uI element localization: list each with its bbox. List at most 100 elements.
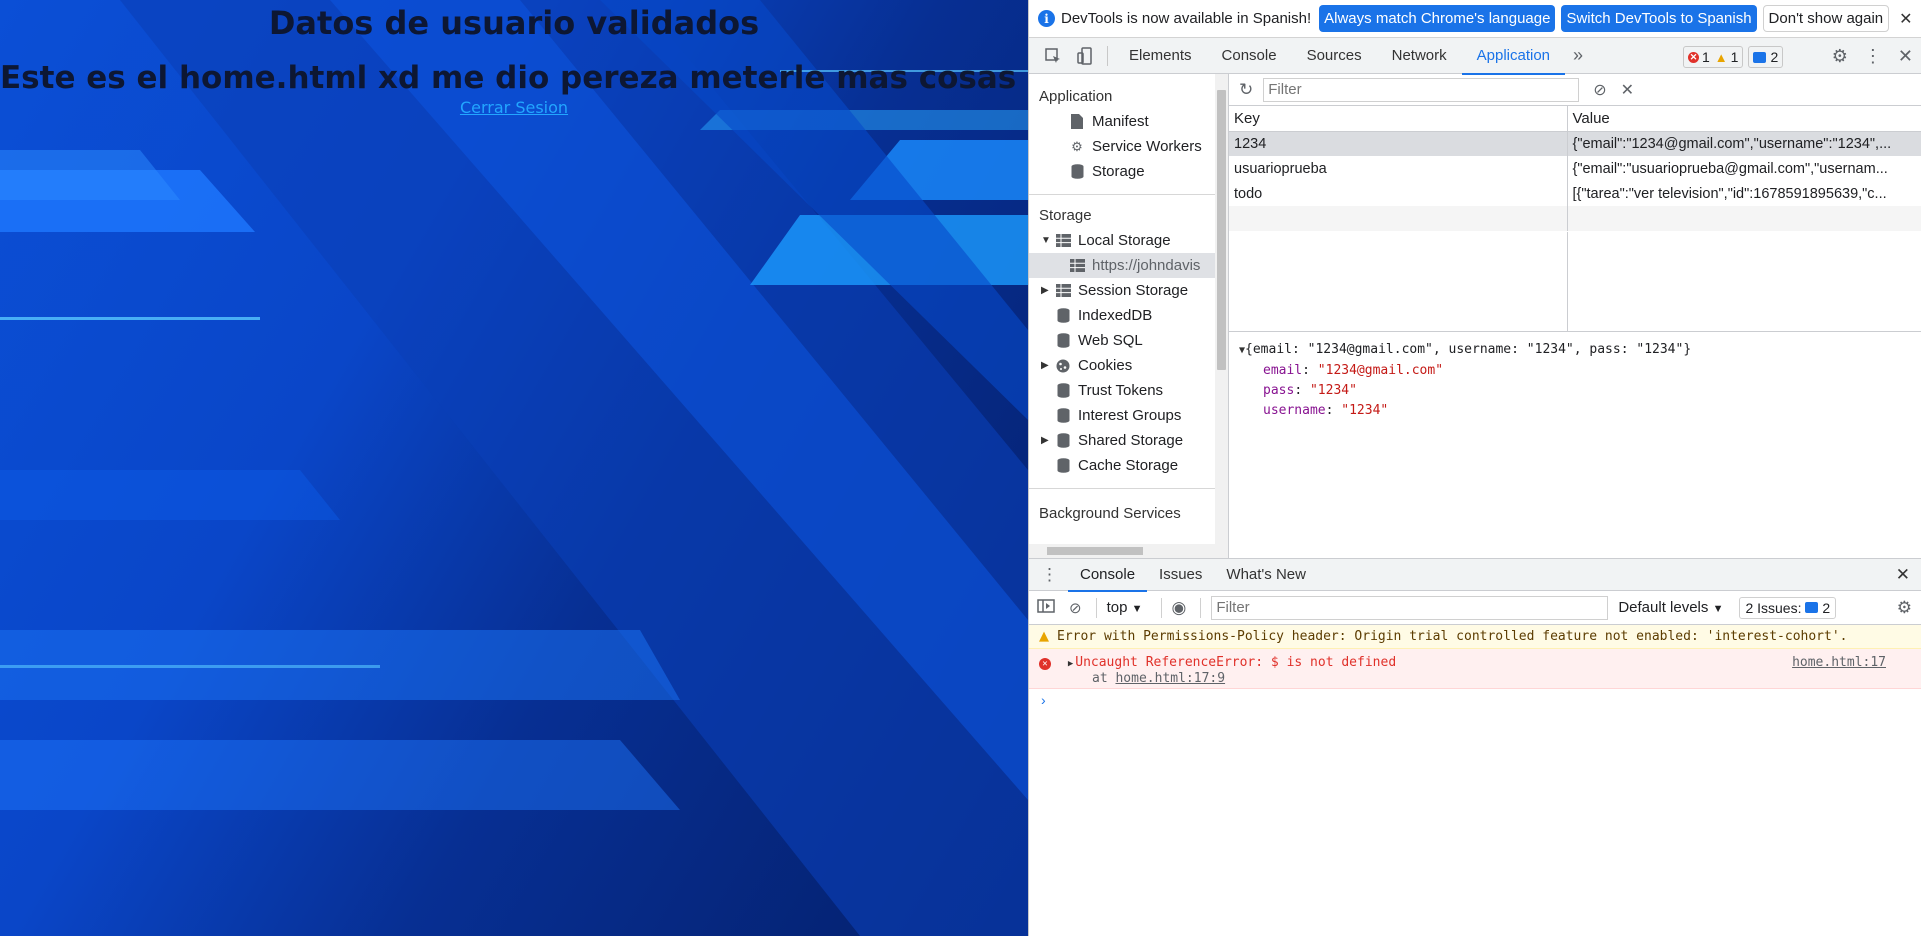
column-header-key[interactable]: Key [1229, 106, 1568, 132]
expand-right-icon[interactable]: ▶ [1041, 435, 1053, 446]
tab-sources[interactable]: Sources [1292, 38, 1377, 74]
stack-at: at [1092, 671, 1108, 686]
cell-key[interactable]: 1234 [1229, 131, 1568, 156]
cell-empty[interactable] [1567, 206, 1921, 231]
error-warning-badge[interactable]: ✕ 1 ▲ 1 [1683, 46, 1744, 68]
cell-value[interactable]: [{"tarea":"ver television","id":16785918… [1567, 181, 1921, 206]
clear-all-icon[interactable]: ⊘ [1593, 80, 1606, 100]
context-selector[interactable]: top ▼ [1107, 599, 1143, 616]
tab-console[interactable]: Console [1207, 38, 1292, 74]
sidebar-item-shared-storage[interactable]: ▶ Shared Storage [1029, 428, 1228, 453]
switch-language-button[interactable]: Switch DevTools to Spanish [1561, 5, 1757, 32]
logout-link[interactable]: Cerrar Sesion [0, 98, 1028, 117]
preview-field: username: "1234" [1263, 403, 1389, 418]
settings-gear-icon[interactable]: ⚙ [1832, 46, 1848, 67]
sidebar-item-local-storage[interactable]: ▼ Local Storage [1029, 228, 1228, 253]
cell-value[interactable]: {"email":"usuarioprueba@gmail.com","user… [1567, 156, 1921, 181]
table-row-empty[interactable] [1229, 206, 1921, 231]
sidebar-item-label: https://johndavis [1092, 257, 1201, 274]
issues-badge[interactable]: 2 [1748, 46, 1784, 68]
delete-selected-icon[interactable]: ✕ [1621, 80, 1634, 100]
page-subheading: Este es el home.html xd me dio pereza me… [0, 60, 1028, 96]
cell-key[interactable]: todo [1229, 181, 1568, 206]
drawer-menu-icon[interactable]: ⋮ [1029, 565, 1068, 585]
table-row[interactable]: 1234 {"email":"1234@gmail.com","username… [1229, 131, 1921, 156]
sidebar-item-label: Cache Storage [1078, 457, 1179, 474]
console-drawer: ⋮ Console Issues What's New ✕ ⊘ top ▼ ◉ … [1029, 558, 1921, 936]
logout-link-text[interactable]: Cerrar Sesion [460, 98, 568, 117]
drawer-tab-whats-new[interactable]: What's New [1214, 559, 1318, 591]
sidebar-item-storage[interactable]: Storage [1029, 159, 1228, 184]
sidebar-toggle-icon[interactable] [1037, 598, 1055, 617]
database-icon [1055, 333, 1071, 349]
infobar-close-icon[interactable]: ✕ [1899, 9, 1912, 29]
expand-right-icon[interactable]: ▶ [1041, 360, 1053, 371]
cell-value[interactable]: {"email":"1234@gmail.com","username":"12… [1567, 131, 1921, 156]
sidebar-item-service-workers[interactable]: ⚙ Service Workers [1029, 134, 1228, 159]
sidebar-item-session-storage[interactable]: ▶ Session Storage [1029, 278, 1228, 303]
expand-down-icon[interactable]: ▼ [1041, 235, 1053, 246]
tab-network[interactable]: Network [1377, 38, 1462, 74]
device-toolbar-icon[interactable] [1075, 46, 1095, 66]
sidebar-item-trust-tokens[interactable]: Trust Tokens [1029, 378, 1228, 403]
sidebar-item-websql[interactable]: Web SQL [1029, 328, 1228, 353]
issue-counters[interactable]: ✕ 1 ▲ 1 2 [1683, 46, 1788, 68]
storage-filter-input[interactable] [1263, 77, 1580, 102]
kebab-menu-icon[interactable]: ⋮ [1864, 46, 1882, 67]
console-prompt[interactable]: › [1029, 689, 1921, 711]
sidebar-item-label: Web SQL [1078, 332, 1143, 349]
preview-field-value: "1234" [1341, 403, 1389, 418]
sidebar-divider [1029, 488, 1228, 489]
database-icon [1055, 458, 1071, 474]
tab-elements[interactable]: Elements [1114, 38, 1207, 74]
sidebar-item-label: Session Storage [1078, 282, 1189, 299]
preview-summary-text: {email: "1234@gmail.com", username: "123… [1245, 342, 1692, 357]
expand-right-icon[interactable]: ▶ [1068, 659, 1073, 669]
drawer-tab-issues[interactable]: Issues [1147, 559, 1214, 591]
drawer-tab-console[interactable]: Console [1068, 559, 1148, 592]
error-text: Uncaught ReferenceError: $ is not define… [1075, 655, 1397, 670]
sidebar-item-label: Trust Tokens [1078, 382, 1164, 399]
close-devtools-icon[interactable]: ✕ [1898, 46, 1913, 67]
more-tabs-icon[interactable]: » [1565, 45, 1591, 66]
sidebar-item-cache-storage[interactable]: Cache Storage [1029, 453, 1228, 478]
error-source-link[interactable]: home.html:17 [1792, 655, 1886, 670]
stack-location-link[interactable]: home.html:17:9 [1115, 671, 1225, 686]
sidebar-horizontal-thumb[interactable] [1047, 547, 1143, 555]
sidebar-item-interest-groups[interactable]: Interest Groups [1029, 403, 1228, 428]
sidebar-item-manifest[interactable]: Manifest [1029, 109, 1228, 134]
console-settings-gear-icon[interactable]: ⚙ [1897, 598, 1912, 618]
language-infobar: i DevTools is now available in Spanish! … [1029, 0, 1921, 38]
always-match-language-button[interactable]: Always match Chrome's language [1319, 5, 1556, 32]
live-expression-eye-icon[interactable]: ◉ [1172, 598, 1187, 618]
expand-right-icon[interactable]: ▶ [1041, 285, 1053, 296]
table-row[interactable]: usuarioprueba {"email":"usuarioprueba@gm… [1229, 156, 1921, 181]
console-issues-button[interactable]: 2 Issues: 2 [1739, 596, 1837, 619]
issues-count: 2 [1770, 49, 1779, 65]
cell-empty[interactable] [1229, 206, 1568, 231]
table-row[interactable]: todo [{"tarea":"ver television","id":167… [1229, 181, 1921, 206]
application-sidebar: Application Manifest ⚙ Service Workers St… [1029, 74, 1229, 558]
console-filter-input[interactable] [1211, 595, 1609, 620]
grid-icon [1069, 258, 1085, 274]
dont-show-again-button[interactable]: Don't show again [1762, 5, 1890, 32]
tab-application[interactable]: Application [1461, 38, 1566, 75]
database-icon [1055, 308, 1071, 324]
preview-summary[interactable]: ▼{email: "1234@gmail.com", username: "12… [1239, 340, 1912, 361]
console-error-message[interactable]: ✕ ▶ Uncaught ReferenceError: $ is not def… [1029, 649, 1921, 689]
sidebar-item-label: Cookies [1078, 357, 1133, 374]
inspect-element-icon[interactable] [1043, 46, 1063, 66]
column-header-value[interactable]: Value [1567, 106, 1921, 132]
sidebar-item-local-origin[interactable]: https://johndavis [1029, 253, 1228, 278]
sidebar-item-indexeddb[interactable]: IndexedDB [1029, 303, 1228, 328]
cell-key[interactable]: usuarioprueba [1229, 156, 1568, 181]
sidebar-item-cookies[interactable]: ▶ Cookies [1029, 353, 1228, 378]
sidebar-item-label: Shared Storage [1078, 432, 1184, 449]
sidebar-scroll-thumb[interactable] [1217, 90, 1226, 370]
drawer-close-icon[interactable]: ✕ [1896, 565, 1910, 585]
clear-console-icon[interactable]: ⊘ [1069, 599, 1082, 617]
log-levels-dropdown[interactable]: Default levels ▼ [1618, 599, 1723, 616]
refresh-icon[interactable]: ↻ [1239, 80, 1253, 100]
console-warning-message[interactable]: ▲ Error with Permissions-Policy header: … [1029, 625, 1921, 649]
sidebar-divider [1029, 194, 1228, 195]
